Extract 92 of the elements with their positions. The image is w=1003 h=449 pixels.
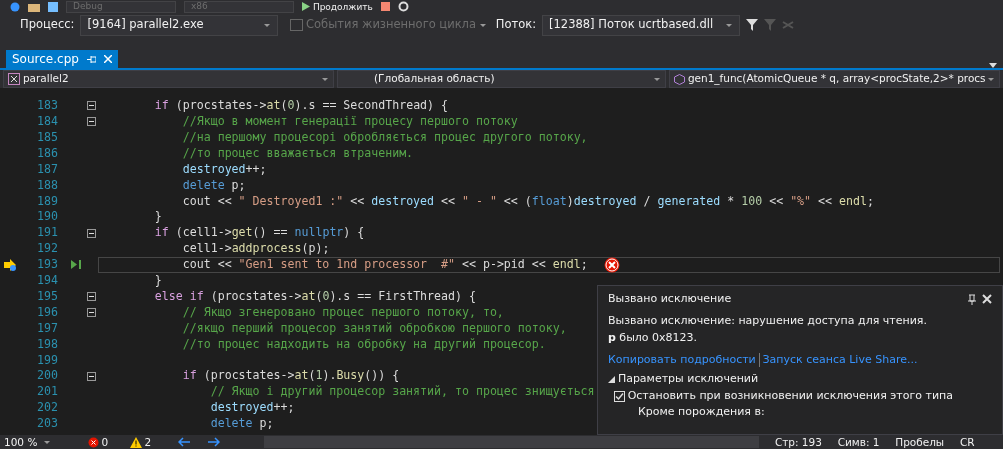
line-number: 189 [36, 192, 58, 210]
code-line: // Якщо і другий процесор занятий, то процес знищується [209, 383, 595, 401]
member-dropdown[interactable]: gen1_func(AtomicQueue * q, array<procState,2>* procs [669, 70, 1000, 88]
code-line: } [153, 272, 162, 290]
code-line: //то процес вважається втраченим. [181, 144, 414, 162]
process-label: Процесс: [20, 16, 75, 34]
code-line: cell1->addprocess(p); [181, 240, 330, 258]
checkbox[interactable] [613, 390, 625, 402]
line-number: 201 [36, 383, 58, 401]
except-label: Кроме порождения в: [637, 404, 766, 421]
collapse-icon[interactable] [87, 117, 96, 127]
code-line: else if (procstates->at(0).s == FirstThread) { [153, 287, 476, 305]
scope-dropdown[interactable]: (Глобальная область) [337, 70, 666, 88]
code-line: //якщо перший процесор занятий обробкою першого потоку, [181, 319, 567, 337]
code-line: if (procstates->at(0).s == SecondThread) { [153, 97, 449, 115]
caret-icon [653, 76, 661, 82]
line-number: 188 [36, 176, 58, 194]
indent-mode[interactable]: Пробелы [895, 435, 945, 449]
play-icon [302, 2, 310, 11]
project-dropdown[interactable]: parallel2 [3, 70, 334, 88]
thread-label: Поток: [495, 16, 536, 34]
line-number: 190 [36, 208, 58, 226]
zoom-dropdown[interactable]: 100 % [4, 435, 66, 449]
popup-link[interactable]: Запуск сеанса Live Share... [762, 352, 918, 369]
collapse-icon[interactable] [87, 292, 96, 302]
code-line: // Якщо згенеровано процес першого потоку, то, [181, 303, 504, 321]
caret-icon [987, 76, 995, 82]
project-icon [8, 73, 20, 85]
method-cube-icon [674, 73, 685, 85]
popup-link[interactable]: Копировать подробности [608, 352, 756, 369]
code-line: cout << "Gen1 sent to 1nd processor #" << p->pid << endl; [181, 256, 588, 274]
line-number: 193 [36, 256, 58, 274]
forward-arrow-icon[interactable] [207, 437, 220, 447]
code-line: destroyed++; [209, 399, 295, 417]
error-icon [87, 436, 99, 448]
line-ending[interactable]: CR [959, 435, 975, 449]
exception-message: Вызвано исключение: нарушение доступа для чтения. [608, 313, 928, 330]
code-line: //то процес надходить на обробку на другий процесор. [181, 335, 546, 353]
line-number: 191 [36, 224, 58, 242]
line-number: 192 [36, 240, 58, 258]
code-line: delete p; [181, 176, 246, 194]
caret-icon [263, 22, 272, 28]
error-icon [603, 256, 620, 273]
collapse-icon[interactable] [87, 228, 96, 238]
close-icon[interactable] [982, 294, 992, 305]
line-number: 199 [36, 351, 58, 369]
caret-icon [478, 22, 487, 28]
code-line: if (procstates->at(1).Busy()) { [181, 367, 400, 385]
line-number: 183 [36, 97, 58, 115]
code-line: destroyed++; [181, 160, 267, 178]
thread-dropdown[interactable]: [12388] Поток ucrtbased.dll [542, 14, 740, 36]
code-line: delete p; [209, 415, 274, 433]
line-number: 198 [36, 335, 58, 353]
back-arrow-icon[interactable] [178, 437, 191, 447]
caret-icon [43, 439, 52, 445]
process-dropdown[interactable]: [9164] parallel2.exe [80, 14, 279, 36]
collapse-icon[interactable] [87, 371, 96, 381]
caret-icon [321, 76, 329, 82]
line-number: 197 [36, 319, 58, 337]
filter-icon[interactable] [746, 19, 758, 31]
warning-count: 2 [144, 435, 152, 449]
warning-icon [129, 436, 142, 448]
code-line: cout << " Destroyed1 :" << destroyed << " - " << (float)destroyed / generated * 100 << "%" << endl; [181, 192, 874, 210]
code-line: if (cell1->get() == nullptr) { [153, 224, 365, 242]
code-line: } [153, 208, 162, 226]
code-line: //на першому процесорі обробляється процес другого потоку, [181, 129, 588, 147]
line-number: 185 [36, 129, 58, 147]
collapse-icon[interactable] [87, 101, 96, 111]
line-position[interactable]: Стр: 193 [774, 435, 822, 449]
exception-detail: p было 0x8123. [608, 329, 699, 346]
checkbox-label: Остановить при возникновении исключения этого типа [627, 387, 953, 404]
run-to-click-icon[interactable] [70, 260, 82, 270]
column-position[interactable]: Симв: 1 [837, 435, 880, 449]
line-number: 184 [36, 113, 58, 131]
code-line: //Якщо в момент генерації процесу першого потоку [181, 113, 518, 131]
error-count: 0 [101, 435, 109, 449]
pin-icon[interactable] [968, 293, 977, 305]
line-number: 187 [36, 160, 58, 178]
line-number: 194 [36, 272, 58, 290]
continue-button[interactable]: Продолжить [302, 0, 373, 13]
caret-icon [725, 22, 733, 28]
horizontal-scrollbar[interactable] [264, 436, 760, 448]
settings-expander[interactable]: Параметры исключений [608, 371, 992, 388]
line-number: 196 [36, 303, 58, 321]
line-number: 200 [36, 367, 58, 385]
line-number: 195 [36, 287, 58, 305]
line-number: 203 [36, 415, 58, 433]
stop-icon[interactable] [380, 2, 390, 11]
line-number: 186 [36, 144, 58, 162]
popup-title: Вызвано исключение [608, 291, 732, 307]
line-number: 202 [36, 399, 58, 417]
collapse-icon[interactable] [87, 308, 96, 317]
